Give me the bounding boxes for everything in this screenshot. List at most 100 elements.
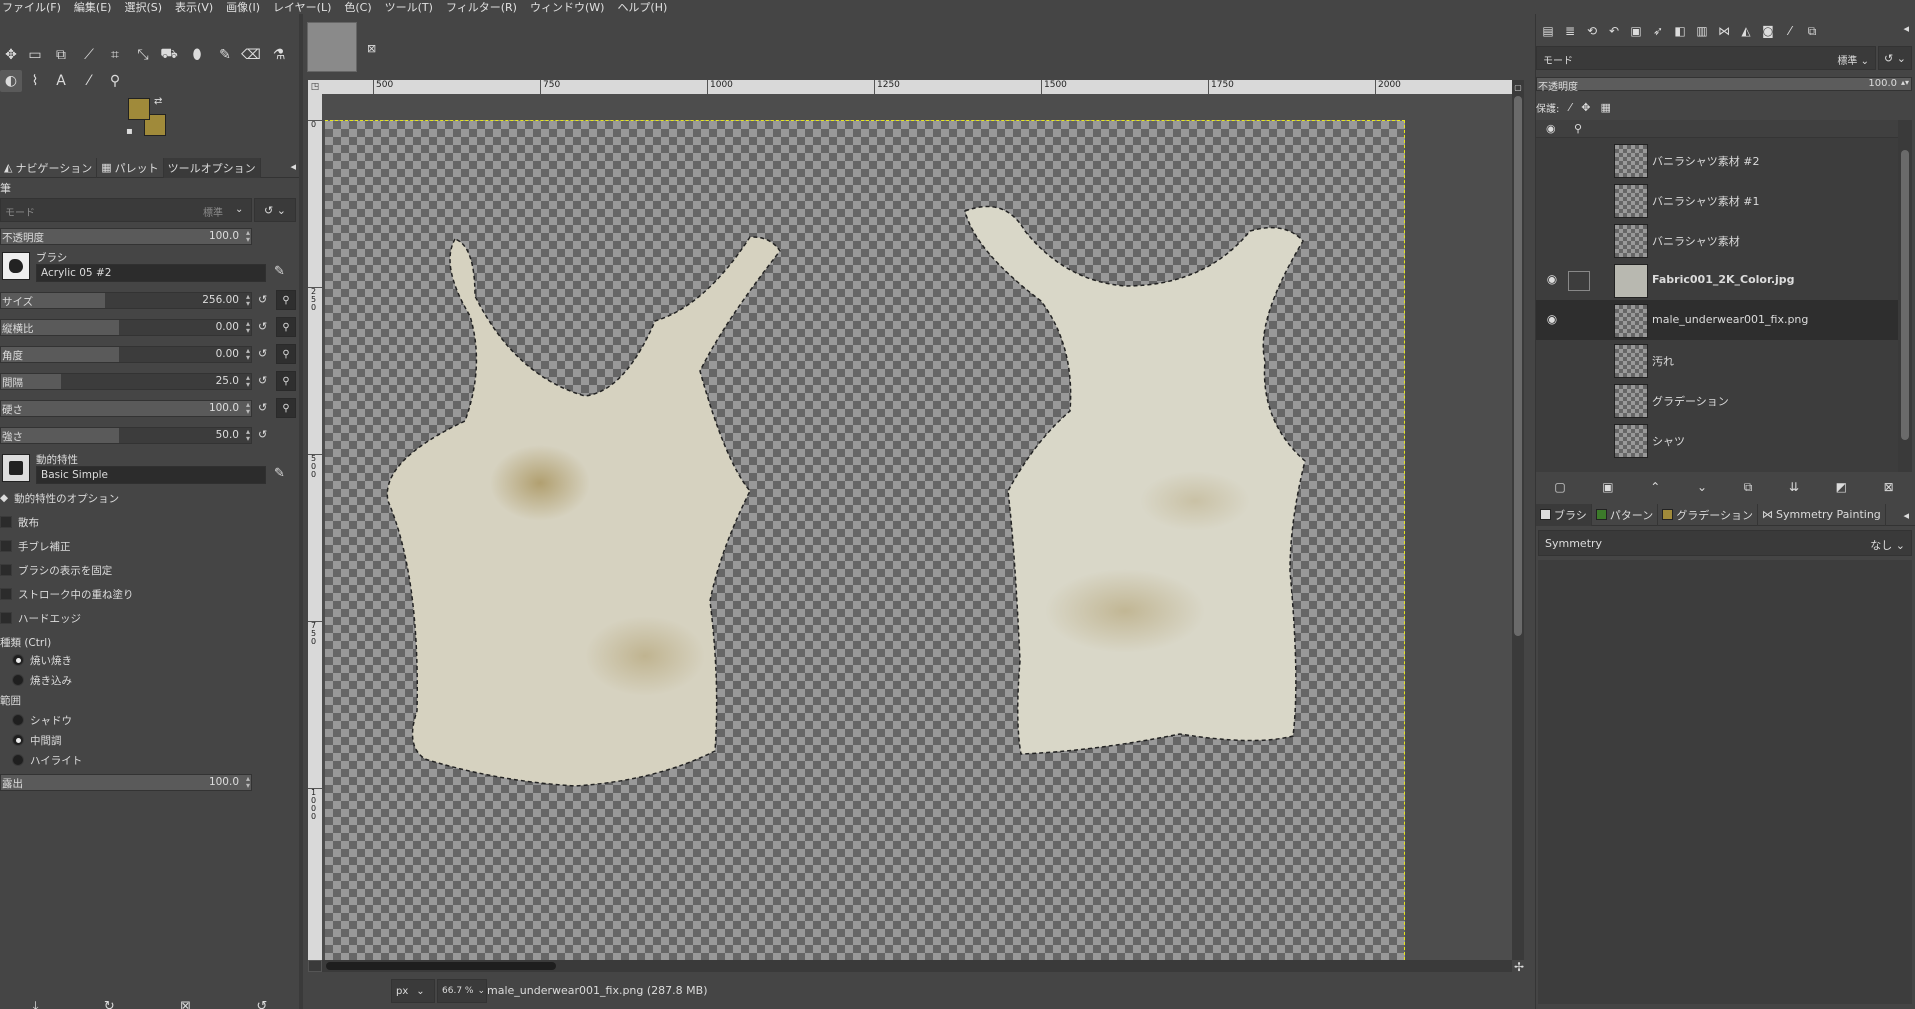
layer-thumbnail[interactable] (1614, 304, 1648, 338)
exposure-slider[interactable]: 露出 100.0 ▴ ▾ (0, 774, 252, 791)
layer-row[interactable]: 汚れ (1536, 340, 1898, 380)
reset-icon[interactable]: ↺ (258, 374, 267, 387)
fuzzy-select-tool-icon[interactable]: ⟋ (78, 44, 100, 66)
symmetry-select[interactable]: Symmetry なし ⌄ (1538, 530, 1912, 556)
force-slider[interactable]: 強さ 50.0 ▴ ▾ (0, 427, 252, 444)
check-smooth[interactable]: 手ブレ補正 (0, 538, 71, 554)
layer-name[interactable]: グラデーション (1652, 393, 1729, 409)
eye-icon[interactable] (1540, 192, 1564, 210)
menu-item[interactable]: ウィンドウ(W) (530, 0, 604, 15)
dynamics-options-expander[interactable]: ◆ 動的特性のオプション (0, 490, 119, 506)
chain-icon[interactable]: ⚲ (276, 344, 296, 364)
edit-brush-icon[interactable]: ✎ (274, 264, 285, 279)
quick-mask-toggle[interactable] (308, 960, 322, 972)
zoom-select[interactable]: 66.7 % ⌄ (437, 979, 487, 1003)
aspect-slider[interactable]: 縦横比 0.00 ▴ ▾ (0, 319, 252, 336)
reset-icon[interactable]: ↺ (258, 401, 267, 414)
layer-name[interactable]: バニラシャツ素材 (1652, 233, 1740, 249)
delete-layer-icon[interactable]: ⊠ (1884, 480, 1894, 494)
paint-bucket-tool-icon[interactable]: ⛟ (158, 44, 180, 66)
raise-layer-icon[interactable]: ⌃ (1650, 480, 1660, 494)
mode-reset-button[interactable]: ↺ ⌄ (254, 198, 296, 222)
menu-item[interactable]: ヘルプ(H) (617, 0, 667, 15)
foreground-color-swatch[interactable] (128, 98, 150, 120)
eye-icon[interactable]: ◉ (1540, 272, 1564, 290)
device-tab-icon[interactable]: ◙ (1760, 24, 1776, 38)
levels-tab-icon[interactable]: ◭ (1738, 24, 1754, 38)
reset-icon[interactable]: ↺ (258, 428, 267, 441)
images-tab-icon[interactable]: ▣ (1628, 24, 1644, 38)
edit-dynamics-icon[interactable]: ✎ (274, 466, 285, 481)
reset-options-icon[interactable]: ↺ (256, 999, 267, 1009)
lock-position-icon[interactable]: ✥ (1581, 101, 1590, 114)
layer-mode-select[interactable]: モード 標準 ⌄ (1536, 46, 1876, 70)
layer-row[interactable]: シャツ (1536, 420, 1898, 460)
tab-navigation[interactable]: ◭ ナビゲーション (0, 157, 98, 178)
dodge-burn-tool-icon[interactable]: ◐ (0, 70, 22, 92)
link-toggle[interactable] (1568, 271, 1590, 291)
layer-name[interactable]: シャツ (1652, 433, 1685, 449)
radio-highlights[interactable]: ハイライト (12, 752, 82, 768)
tab-symmetry-painting[interactable]: ⋈ Symmetry Painting (1758, 503, 1886, 526)
eraser-tool-icon[interactable]: ⌫ (240, 44, 262, 66)
paintbrush-tool-icon[interactable]: ✎ (214, 44, 236, 66)
check-incremental[interactable]: ストローク中の重ね塗り (0, 586, 134, 602)
menu-item[interactable]: 色(C) (344, 0, 371, 15)
layer-thumbnail[interactable] (1614, 424, 1648, 458)
layer-thumbnail[interactable] (1614, 184, 1648, 218)
layer-row[interactable]: ◉ male_underwear001_fix.png (1536, 300, 1898, 340)
eye-icon[interactable]: ◉ (1540, 312, 1564, 330)
radio-midtones[interactable]: 中間調 (12, 732, 62, 748)
fonts-tab-icon[interactable]: ⧉ (1804, 24, 1820, 39)
spacing-slider[interactable]: 間隔 25.0 ▴ ▾ (0, 373, 252, 390)
save-options-icon[interactable]: ⤓ (33, 999, 39, 1009)
layer-row[interactable]: ◉ Fabric001_2K_Color.jpg (1536, 260, 1898, 300)
menu-item[interactable]: 選択(S) (124, 0, 162, 15)
tab-menu-icon[interactable]: ◂ (1903, 22, 1909, 35)
dynamics-preview[interactable] (2, 454, 30, 482)
paths-tool-icon[interactable]: ⌇ (24, 70, 46, 92)
layer-thumbnail[interactable] (1614, 384, 1648, 418)
brush-preview[interactable] (2, 252, 30, 280)
navigate-icon[interactable]: ✢ (1514, 960, 1524, 974)
size-slider[interactable]: サイズ 256.00 ▴ ▾ (0, 292, 252, 309)
layer-name[interactable]: バニラシャツ素材 #2 (1652, 153, 1760, 169)
tab-menu-icon[interactable]: ◂ (1903, 509, 1909, 522)
chain-icon[interactable]: ⚲ (276, 317, 296, 337)
dock-separator[interactable] (299, 14, 303, 1009)
reset-icon[interactable]: ↺ (258, 347, 267, 360)
tab-tool-options[interactable]: ツールオプション (163, 157, 261, 178)
color-tab-icon[interactable]: ◧ (1672, 24, 1688, 38)
menu-item[interactable]: 編集(E) (74, 0, 112, 15)
check-scatter[interactable]: 散布 (0, 514, 39, 530)
eye-icon[interactable] (1540, 232, 1564, 250)
paths-tab-icon[interactable]: ⟲ (1584, 24, 1600, 38)
unit-select[interactable]: px ⌄ (391, 979, 435, 1003)
tab-menu-icon[interactable]: ◂ (290, 160, 296, 173)
brush-name-field[interactable]: Acrylic 05 #2 (36, 264, 266, 282)
swap-colors-icon[interactable]: ⇄ (154, 96, 162, 107)
channels-tab-icon[interactable]: ≣ (1562, 24, 1578, 38)
menu-item[interactable]: レイヤー(L) (273, 0, 331, 15)
spin-arrows-icon[interactable]: ▴▾ (1901, 78, 1909, 87)
layer-opacity-slider[interactable]: 不透明度 100.0 ▴▾ (1536, 77, 1912, 93)
radio-burn[interactable]: 焼き込み (12, 672, 72, 688)
lock-alpha-icon[interactable]: ▦ (1600, 101, 1610, 114)
zoom-tool-icon[interactable]: ⚲ (104, 70, 126, 92)
menu-item[interactable]: ファイル(F) (2, 0, 61, 15)
crop-tool-icon[interactable]: ⌗ (104, 44, 126, 66)
fg-bg-colors[interactable]: ⇄ ▪ (126, 96, 170, 146)
reset-icon[interactable]: ↺ (258, 320, 267, 333)
opacity-slider[interactable]: 不透明度 100.0 ▴ ▾ (0, 228, 252, 245)
color-picker-tool-icon[interactable]: ⁄ (78, 70, 100, 92)
layer-mask-icon[interactable]: ◩ (1836, 480, 1847, 494)
duplicate-layer-icon[interactable]: ⧉ (1744, 480, 1753, 495)
check-hard-edge[interactable]: ハードエッジ (0, 610, 81, 626)
ruler-corner-icon[interactable]: ◳ (308, 80, 322, 94)
layer-row[interactable]: バニラシャツ素材 (1536, 220, 1898, 260)
tab-palette[interactable]: ▦ パレット (97, 157, 164, 178)
canvas-area[interactable] (322, 94, 1512, 960)
close-icon[interactable]: ⊠ (367, 42, 376, 55)
radio-dodge[interactable]: 焼い焼き (12, 652, 72, 668)
pointer-tab-icon[interactable]: ➶ (1650, 24, 1666, 38)
